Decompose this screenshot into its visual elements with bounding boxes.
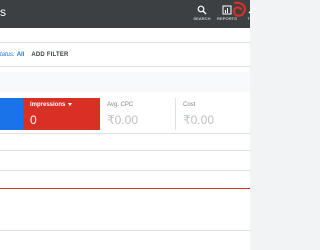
status-filter-label[interactable]: tatus: xyxy=(0,52,15,58)
metric-value: ₹0.00 xyxy=(107,113,138,127)
metric-label: Avg. CPC xyxy=(107,102,134,108)
metric-label[interactable]: Impressions xyxy=(30,102,73,108)
divider xyxy=(0,66,250,67)
app-bar: s SEARCH REPORTS TO... xyxy=(0,0,257,28)
metric-card-impressions[interactable]: Impressions 0 xyxy=(23,98,100,130)
content-area xyxy=(0,28,250,250)
page-title: s xyxy=(0,5,6,19)
annotation-mark xyxy=(232,1,246,17)
toolbar-band xyxy=(0,72,250,92)
metric-card-clicks[interactable] xyxy=(0,98,23,130)
chart-gridline xyxy=(0,170,250,171)
metric-value: 0 xyxy=(30,113,37,127)
divider xyxy=(0,133,250,134)
metric-value: ₹0.00 xyxy=(183,113,214,127)
add-filter-button[interactable]: ADD FILTER xyxy=(31,52,68,58)
divider xyxy=(0,230,250,231)
metric-label: Cost xyxy=(183,102,196,108)
chart-gridline xyxy=(0,150,250,151)
metric-card-cost[interactable]: Cost ₹0.00 xyxy=(176,98,250,130)
status-filter-value[interactable]: All xyxy=(17,52,25,58)
divider xyxy=(0,42,250,43)
search-icon xyxy=(197,5,207,15)
metric-card-avg-cpc[interactable]: Avg. CPC ₹0.00 xyxy=(100,98,176,130)
dropdown-caret-icon xyxy=(68,102,73,106)
impressions-label: Impressions xyxy=(30,102,66,108)
impressions-series-line xyxy=(0,188,250,189)
filter-bar: tatus: All ADD FILTER xyxy=(0,49,69,61)
